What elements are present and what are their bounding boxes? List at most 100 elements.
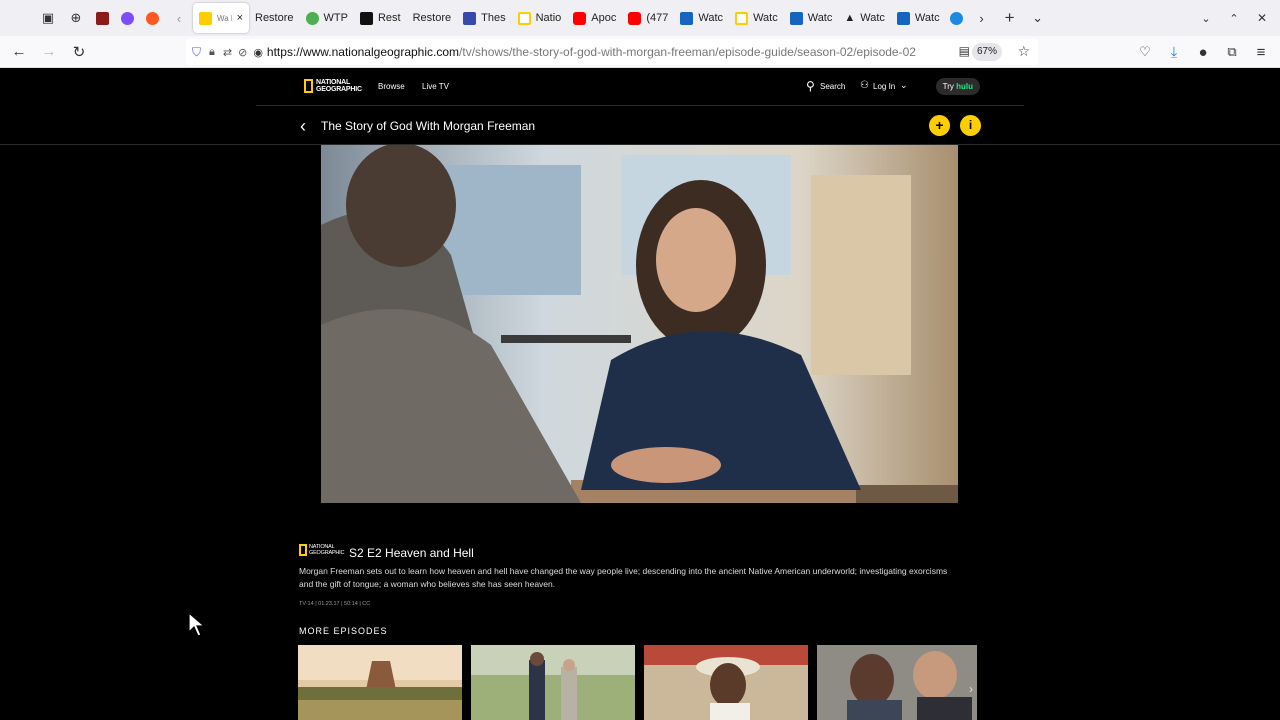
- user-icon[interactable]: ⚇: [860, 80, 869, 91]
- try-hulu-button[interactable]: Try hulu: [935, 78, 980, 95]
- browser-tab-bar: ▣ ⊕ ‹ Wa PL × Restore WTP Rest Restore T…: [0, 0, 1280, 36]
- tab-label: Wa PL: [217, 13, 232, 23]
- episode-thumbnail[interactable]: [817, 645, 977, 720]
- pocket-icon[interactable]: ♡: [1130, 37, 1160, 67]
- browser-tab[interactable]: Watc: [891, 3, 946, 33]
- thumbnail-image: [644, 645, 808, 720]
- tab-label: Natio: [535, 12, 562, 24]
- browser-tab[interactable]: [90, 3, 115, 33]
- login-link[interactable]: Log In: [873, 82, 895, 91]
- close-window-icon[interactable]: ✕: [1248, 4, 1276, 32]
- browser-tab[interactable]: Restore: [407, 3, 458, 33]
- browser-tab[interactable]: [115, 3, 140, 33]
- logo-line-2: GEOGRAPHIC: [316, 86, 362, 93]
- tab-label: Thes: [481, 12, 506, 24]
- bookmark-star-icon[interactable]: ☆: [1017, 43, 1030, 60]
- tab-label: Watc: [914, 12, 940, 24]
- permissions-icon[interactable]: ⇄: [223, 46, 232, 59]
- browser-tab-active[interactable]: Wa PL ×: [193, 3, 249, 33]
- video-player[interactable]: [321, 145, 958, 503]
- logo-frame-icon: [299, 544, 307, 556]
- logo-line-2: GEOGRAPHIC: [309, 550, 345, 556]
- browser-tab[interactable]: Thes: [457, 3, 511, 33]
- show-title[interactable]: The Story of God With Morgan Freeman: [321, 119, 535, 133]
- episode-title: S2 E2 Heaven and Hell: [349, 546, 474, 560]
- episode-description: Morgan Freeman sets out to learn how hea…: [299, 566, 948, 589]
- carousel-next-icon[interactable]: ›: [969, 682, 973, 696]
- downloads-icon[interactable]: ⤓: [1159, 37, 1189, 67]
- chevron-down-icon[interactable]: ⌄: [900, 80, 908, 91]
- show-header: ‹ The Story of God With Morgan Freeman +…: [0, 106, 1280, 145]
- browser-tab[interactable]: Watc: [729, 3, 784, 33]
- logo-text: NATIONAL GEOGRAPHIC: [316, 79, 362, 93]
- reader-view-icon[interactable]: ▤: [959, 44, 970, 58]
- browser-nav-bar: ← → ↻ ⛉ 🔒︎ ⇄ ⊘ ◉ https://www.nationalgeo…: [0, 36, 1280, 68]
- nav-browse[interactable]: Browse: [378, 82, 405, 91]
- episode-network-logo: NATIONAL GEOGRAPHIC: [299, 544, 344, 556]
- try-label: Try: [942, 82, 954, 91]
- globe-icon[interactable]: ⊕: [62, 4, 90, 32]
- new-tab-icon[interactable]: +: [996, 4, 1024, 32]
- reload-icon[interactable]: ↻: [64, 37, 94, 67]
- minimize-icon[interactable]: ⌄: [1192, 4, 1220, 32]
- zoom-level-badge[interactable]: 67%: [971, 43, 1002, 61]
- thumbnail-image: [298, 645, 462, 720]
- episode-thumbnail[interactable]: [644, 645, 808, 720]
- site-header: NATIONAL GEOGRAPHIC Browse Live TV ⚲ Sear…: [256, 68, 1024, 106]
- browser-tab[interactable]: WTP: [300, 3, 354, 33]
- episode-thumbnail[interactable]: [471, 645, 635, 720]
- add-to-list-button[interactable]: +: [929, 115, 950, 136]
- tab-label: Rest: [377, 12, 401, 24]
- mouse-cursor-icon: [188, 611, 206, 643]
- tab-label: Apoc: [591, 12, 617, 24]
- site-info-icon[interactable]: ◉: [253, 46, 263, 59]
- address-bar[interactable]: ⛉ 🔒︎ ⇄ ⊘ ◉ https://www.nationalgeographi…: [186, 39, 1038, 65]
- logo-frame-icon: [304, 79, 313, 93]
- nav-live-tv[interactable]: Live TV: [422, 82, 449, 91]
- tracking-off-icon[interactable]: ⊘: [238, 46, 247, 59]
- video-frame-image: [321, 145, 958, 503]
- browser-tab[interactable]: [946, 3, 968, 33]
- thumbnail-image: [817, 645, 977, 720]
- browser-tab[interactable]: Restore: [249, 3, 300, 33]
- thumbnail-image: [471, 645, 635, 720]
- episode-meta: TV-14 | 01.23.17 | 50:14 | CC: [299, 601, 371, 607]
- browser-tab[interactable]: Natio: [512, 3, 568, 33]
- lock-icon[interactable]: 🔒︎: [209, 46, 215, 59]
- browser-tab[interactable]: Apoc: [567, 3, 622, 33]
- close-tab-icon[interactable]: ×: [237, 12, 243, 24]
- more-episodes-heading: MORE EPISODES: [299, 626, 388, 636]
- menu-icon[interactable]: ≡: [1246, 37, 1276, 67]
- tab-label: WTP: [323, 12, 348, 24]
- browser-tab[interactable]: Watc: [674, 3, 729, 33]
- tab-label: (477: [646, 12, 669, 24]
- url-path: /tv/shows/the-story-of-god-with-morgan-f…: [459, 45, 916, 59]
- natgeo-logo[interactable]: NATIONAL GEOGRAPHIC: [304, 79, 362, 93]
- search-icon[interactable]: ⚲: [806, 79, 815, 93]
- browser-tab[interactable]: Watc: [784, 3, 839, 33]
- browser-tab[interactable]: Rest: [354, 3, 407, 33]
- back-icon[interactable]: ←: [4, 37, 34, 67]
- tab-label: Watc: [860, 12, 885, 24]
- episode-thumbnail[interactable]: [298, 645, 462, 720]
- info-button[interactable]: i: [960, 115, 981, 136]
- browser-tab[interactable]: [140, 3, 165, 33]
- forward-icon[interactable]: →: [34, 37, 64, 67]
- account-icon[interactable]: ●: [1188, 37, 1218, 67]
- url-host: https://www.nationalgeographic.com: [266, 45, 460, 59]
- browser-tab[interactable]: ▲ Watc: [838, 3, 891, 33]
- maximize-icon[interactable]: ⌃: [1220, 4, 1248, 32]
- url-text[interactable]: https://www.nationalgeographic.com/tv/sh…: [267, 45, 917, 59]
- logo-line-1: NATIONAL: [316, 79, 351, 86]
- browser-tab[interactable]: (477: [622, 3, 674, 33]
- shield-icon[interactable]: ⛉: [192, 45, 201, 60]
- tab-label: Watc: [698, 12, 724, 24]
- tab-overview-icon[interactable]: ▣: [34, 4, 62, 32]
- tab-scroll-left-icon[interactable]: ‹: [165, 4, 193, 32]
- tab-label: Restore: [412, 12, 452, 24]
- list-all-tabs-icon[interactable]: ⌄: [1024, 4, 1052, 32]
- search-link[interactable]: Search: [820, 82, 845, 91]
- back-arrow-icon[interactable]: ‹: [300, 116, 306, 137]
- extensions-icon[interactable]: ⧉: [1217, 37, 1247, 67]
- tab-scroll-right-icon[interactable]: ›: [968, 4, 996, 32]
